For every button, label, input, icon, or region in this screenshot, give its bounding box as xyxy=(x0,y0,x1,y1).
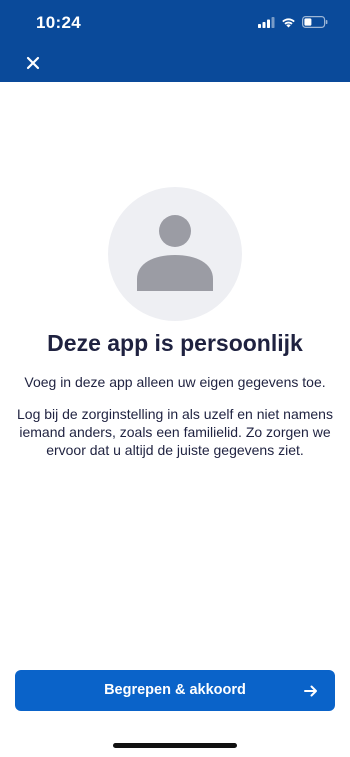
close-button[interactable] xyxy=(22,52,44,74)
status-time: 10:24 xyxy=(36,13,81,32)
status-icons xyxy=(258,16,328,28)
signal-icon xyxy=(258,16,275,28)
wifi-icon xyxy=(282,17,295,27)
nav-bar xyxy=(0,44,350,82)
intro-text: Voeg in deze app alleen uw eigen gegeven… xyxy=(24,374,326,390)
home-indicator[interactable] xyxy=(113,743,237,748)
status-bar: 10:24 xyxy=(0,0,350,44)
battery-icon xyxy=(302,16,328,28)
confirm-button[interactable]: Begrepen & akkoord xyxy=(15,670,335,711)
confirm-button-label: Begrepen & akkoord xyxy=(104,682,246,698)
page-title: Deze app is persoonlijk xyxy=(47,330,303,356)
arrow-right-icon xyxy=(304,685,317,697)
close-icon xyxy=(26,56,40,70)
body-text: Log bij de zorginstelling in als uzelf e… xyxy=(17,406,333,458)
user-avatar-icon xyxy=(137,215,213,291)
avatar xyxy=(108,187,242,321)
